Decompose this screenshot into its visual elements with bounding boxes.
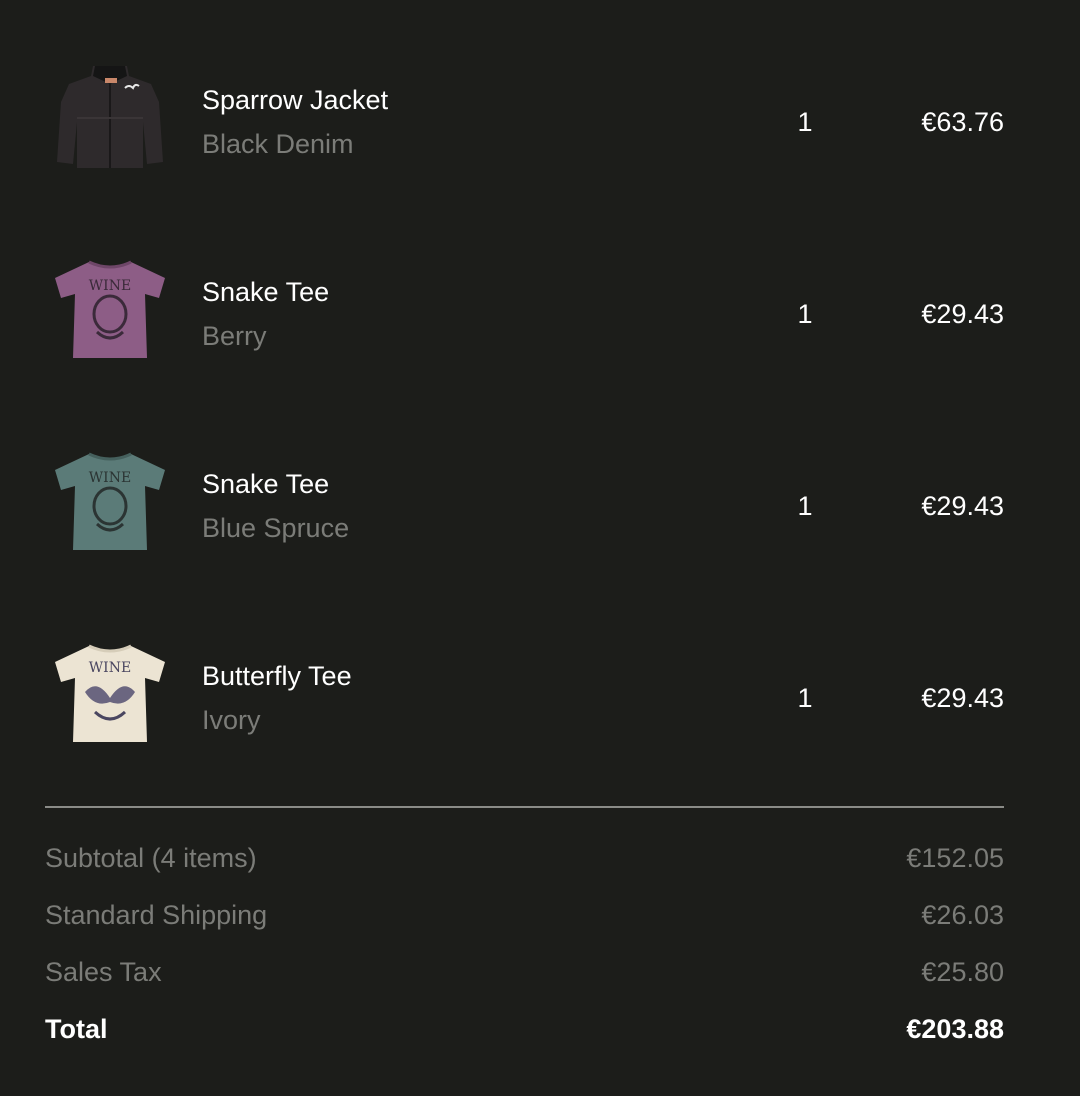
- tax-value: €25.80: [921, 957, 1004, 987]
- total-value: €203.88: [906, 1014, 1004, 1044]
- item-variant: Blue Spruce: [202, 513, 350, 543]
- svg-text:WINE: WINE: [89, 660, 131, 676]
- subtotal-label: Subtotal (4 items): [45, 843, 257, 873]
- item-name[interactable]: Snake Tee: [202, 276, 329, 308]
- item-name[interactable]: Sparrow Jacket: [202, 84, 388, 116]
- cart-item: WINE Snake Tee Blue Spruce 1 €29.43: [45, 432, 1004, 572]
- total-row: Total €203.88: [45, 1012, 1004, 1046]
- item-variant: Ivory: [202, 705, 261, 735]
- tshirt-icon: WINE: [45, 432, 175, 572]
- item-quantity: 1: [797, 683, 813, 713]
- cart-item: WINE Butterfly Tee Ivory 1 €29.43: [45, 624, 1004, 764]
- shipping-label: Standard Shipping: [45, 900, 268, 930]
- item-name[interactable]: Snake Tee: [202, 468, 329, 500]
- item-price: €63.76: [921, 107, 1004, 137]
- summary-divider: [45, 806, 1004, 808]
- tax-label: Sales Tax: [45, 957, 162, 987]
- tax-row: Sales Tax €25.80: [45, 955, 1004, 989]
- item-variant: Berry: [202, 321, 267, 351]
- item-name[interactable]: Butterfly Tee: [202, 660, 352, 692]
- item-quantity: 1: [797, 299, 813, 329]
- tshirt-icon: WINE: [45, 240, 175, 380]
- cart-item: Sparrow Jacket Black Denim 1 €63.76: [45, 48, 1004, 188]
- item-price: €29.43: [921, 683, 1004, 713]
- tshirt-icon: WINE: [45, 624, 175, 764]
- shipping-row: Standard Shipping €26.03: [45, 898, 1004, 932]
- jacket-icon: [45, 48, 175, 188]
- cart-item: WINE Snake Tee Berry 1 €29.43: [45, 240, 1004, 380]
- item-quantity: 1: [797, 107, 813, 137]
- subtotal-value: €152.05: [906, 843, 1004, 873]
- item-price: €29.43: [921, 299, 1004, 329]
- subtotal-row: Subtotal (4 items) €152.05: [45, 841, 1004, 875]
- item-price: €29.43: [921, 491, 1004, 521]
- svg-text:WINE: WINE: [89, 278, 131, 294]
- total-label: Total: [45, 1014, 108, 1044]
- svg-text:WINE: WINE: [89, 470, 131, 486]
- shipping-value: €26.03: [921, 900, 1004, 930]
- item-variant: Black Denim: [202, 129, 354, 159]
- item-quantity: 1: [797, 491, 813, 521]
